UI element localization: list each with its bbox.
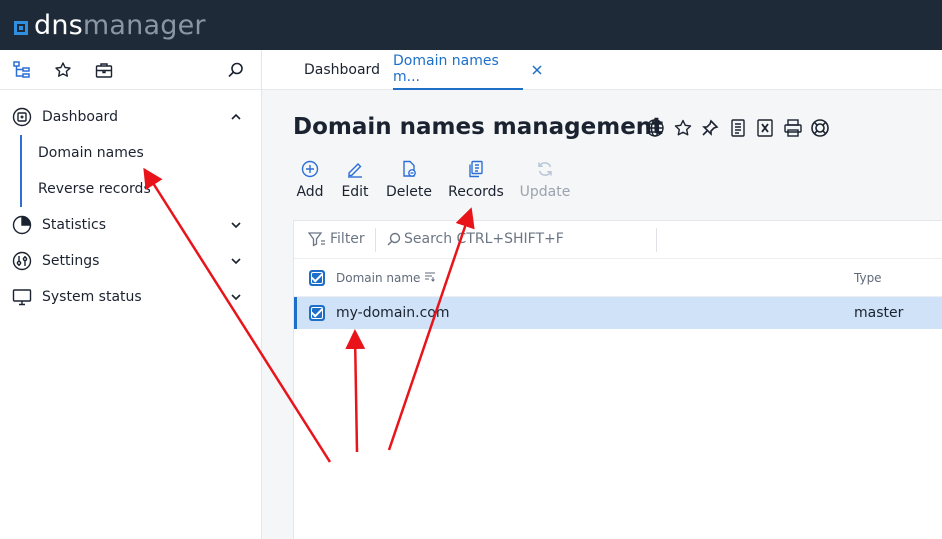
delete-label: Delete [386, 184, 432, 200]
pin-icon[interactable] [700, 118, 720, 138]
sidebar-item-settings[interactable]: Settings [0, 243, 262, 279]
refresh-icon [538, 162, 552, 176]
divider [656, 228, 657, 252]
tab-domain-names[interactable]: Domain names m... [393, 50, 523, 90]
monitor-icon [12, 289, 32, 306]
sidebar-item-statistics[interactable]: Statistics [0, 207, 262, 243]
delete-button[interactable]: Delete [379, 160, 439, 206]
plus-icon [301, 160, 319, 178]
tab-bar: Dashboard Domain names m... [262, 50, 942, 90]
print-icon[interactable] [783, 118, 803, 138]
chevron-down-icon[interactable] [230, 255, 242, 267]
sidebar-item-label: Statistics [42, 217, 106, 233]
sidebar-toolbar [0, 50, 261, 90]
logo-icon [14, 20, 28, 35]
app-header: dns manager [0, 0, 942, 50]
records-label: Records [448, 184, 504, 200]
globe-icon[interactable] [645, 118, 665, 138]
document-icon[interactable] [728, 118, 748, 138]
chevron-up-icon[interactable] [230, 111, 242, 123]
star-icon[interactable] [53, 60, 73, 80]
table-header: Domain name Type [294, 259, 942, 297]
tab-label: Dashboard [304, 62, 380, 78]
chevron-down-icon[interactable] [230, 291, 242, 303]
filter-button[interactable]: Filter [308, 231, 365, 247]
app-logo[interactable]: dns manager [14, 8, 206, 42]
records-icon [469, 160, 483, 178]
page-title: Domain names management [293, 114, 664, 140]
type-cell: master [854, 305, 904, 321]
divider [375, 228, 376, 252]
records-button[interactable]: Records [446, 160, 506, 206]
chevron-down-icon[interactable] [230, 219, 242, 231]
tab-dashboard[interactable]: Dashboard [304, 50, 380, 90]
table-row[interactable]: my-domain.com master [294, 297, 942, 329]
sidebar-item-reverse-records[interactable]: Reverse records [20, 171, 262, 207]
sort-icon [425, 272, 436, 282]
sidebar-item-label: Reverse records [38, 181, 151, 197]
close-icon[interactable] [530, 63, 544, 77]
logo-text-dns: dns [34, 9, 83, 41]
search-placeholder: Search CTRL+SHIFT+F [404, 231, 564, 247]
sidebar-item-label: Dashboard [42, 109, 118, 125]
sidebar-item-label: System status [42, 289, 142, 305]
column-header-label: Domain name [336, 271, 421, 285]
domains-table: Filter Search CTRL+SHIFT+F Domain name T… [293, 220, 942, 539]
sidebar: Dashboard Domain names Reverse records S… [0, 50, 262, 539]
star-icon[interactable] [673, 118, 693, 138]
search-icon[interactable] [226, 60, 246, 80]
column-header-type[interactable]: Type [854, 271, 882, 285]
filter-label: Filter [330, 231, 365, 247]
help-icon[interactable] [810, 118, 830, 138]
row-checkbox[interactable] [309, 305, 325, 321]
search-icon [387, 232, 401, 246]
tree-icon[interactable] [12, 60, 32, 80]
tab-label: Domain names m... [393, 53, 499, 85]
edit-label: Edit [341, 184, 369, 200]
pencil-icon [348, 163, 362, 178]
sidebar-item-label: Domain names [38, 145, 144, 161]
briefcase-icon[interactable] [94, 60, 114, 80]
excel-icon[interactable] [755, 118, 775, 138]
sidebar-item-system-status[interactable]: System status [0, 279, 262, 315]
sidebar-item-label: Settings [42, 253, 100, 269]
settings-sliders-icon [12, 251, 32, 271]
filter-icon [308, 232, 325, 247]
select-all-checkbox[interactable] [309, 270, 325, 286]
column-header-domain[interactable]: Domain name [336, 271, 436, 285]
logo-text-manager: manager [82, 9, 206, 41]
column-header-label: Type [854, 271, 882, 285]
search-input[interactable]: Search CTRL+SHIFT+F [386, 231, 564, 247]
update-button[interactable]: Update [515, 160, 575, 206]
domain-cell: my-domain.com [336, 305, 450, 321]
sidebar-item-domain-names[interactable]: Domain names [20, 135, 262, 171]
title-toolbar [645, 118, 838, 140]
sidebar-item-dashboard[interactable]: Dashboard [0, 99, 262, 135]
edit-button[interactable]: Edit [325, 160, 385, 206]
update-label: Update [519, 184, 571, 200]
filter-bar: Filter Search CTRL+SHIFT+F [294, 221, 942, 259]
pie-chart-icon [12, 215, 32, 235]
dashboard-icon [12, 107, 32, 127]
delete-icon [403, 160, 416, 177]
